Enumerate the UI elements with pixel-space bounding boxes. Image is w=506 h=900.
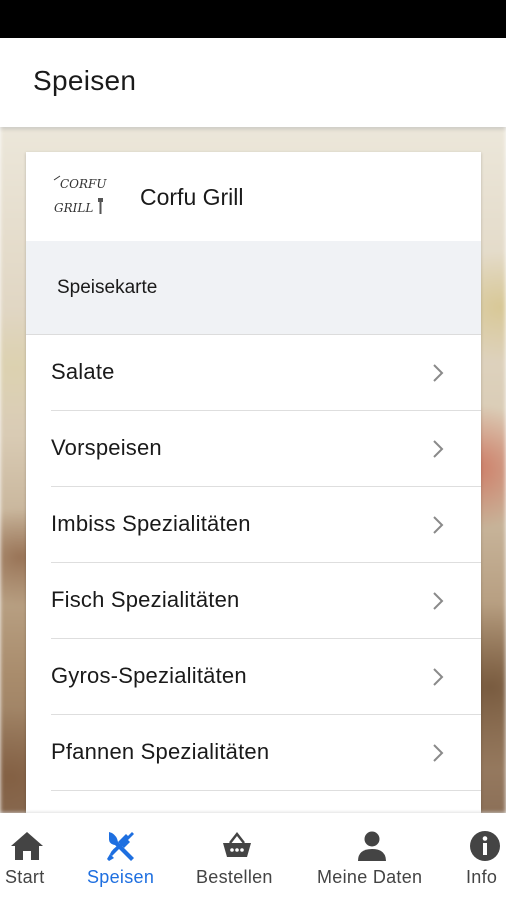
menu-item-imbiss-spezialitaeten[interactable]: Imbiss Spezialitäten: [26, 487, 481, 563]
nav-info[interactable]: Info: [460, 813, 506, 900]
chevron-right-icon: [433, 668, 444, 686]
section-title: Speisekarte: [57, 277, 158, 298]
menu-item-label: Gyros-Spezialitäten: [51, 663, 247, 688]
nav-label: Start: [5, 867, 45, 887]
chevron-right-icon: [433, 516, 444, 534]
fork-knife-icon: [107, 832, 134, 861]
home-icon: [11, 832, 43, 860]
nav-meine-daten[interactable]: Meine Daten: [310, 813, 438, 900]
menu-item-label: Fisch Spezialitäten: [51, 587, 240, 612]
nav-label: Info: [466, 867, 498, 887]
nav-label: Bestellen: [196, 867, 273, 887]
basket-icon: [223, 831, 251, 857]
svg-text:CORFU: CORFU: [60, 177, 107, 191]
app-bar: Speisen: [0, 38, 506, 127]
nav-bestellen[interactable]: Bestellen: [190, 813, 284, 900]
menu-item-label: Pfannen Spezialitäten: [51, 739, 270, 764]
restaurant-name: Corfu Grill: [140, 184, 244, 210]
info-icon: [470, 831, 500, 861]
menu-item-label: Salate: [51, 359, 115, 384]
menu-item-gyros-spezialitaeten[interactable]: Gyros-Spezialitäten: [26, 639, 481, 715]
restaurant-logo: CORFU GRILL: [53, 175, 107, 215]
menu-item-salate[interactable]: Salate: [26, 335, 481, 411]
chevron-right-icon: [433, 440, 444, 458]
svg-text:GRILL: GRILL: [54, 201, 93, 215]
menu-item-label: Vorspeisen: [51, 435, 162, 460]
chevron-right-icon: [433, 364, 444, 382]
nav-label: Meine Daten: [317, 867, 423, 887]
section-header: Speisekarte: [26, 241, 481, 335]
menu-item-fisch-spezialitaeten[interactable]: Fisch Spezialitäten: [26, 563, 481, 639]
nav-label: Speisen: [87, 867, 155, 887]
menu-item-label: Imbiss Spezialitäten: [51, 511, 251, 536]
page-title: Speisen: [33, 65, 137, 96]
menu-item-pfannen-spezialitaeten[interactable]: Pfannen Spezialitäten: [26, 715, 481, 791]
menu-list: Salate Vorspeisen Imbiss Spezialitäten F…: [26, 335, 481, 791]
bottom-navigation: Start Speisen Bestellen Meine Daten Info: [0, 813, 506, 900]
chevron-right-icon: [433, 592, 444, 610]
menu-item-vorspeisen[interactable]: Vorspeisen: [26, 411, 481, 487]
nav-start[interactable]: Start: [0, 813, 54, 900]
chevron-right-icon: [433, 744, 444, 762]
restaurant-header: CORFU GRILL Corfu Grill: [26, 152, 481, 241]
menu-card: CORFU GRILL Corfu Grill Speisekarte Sala…: [26, 152, 481, 813]
nav-speisen[interactable]: Speisen: [82, 813, 162, 900]
status-bar: [0, 0, 506, 38]
person-icon: [358, 831, 386, 861]
